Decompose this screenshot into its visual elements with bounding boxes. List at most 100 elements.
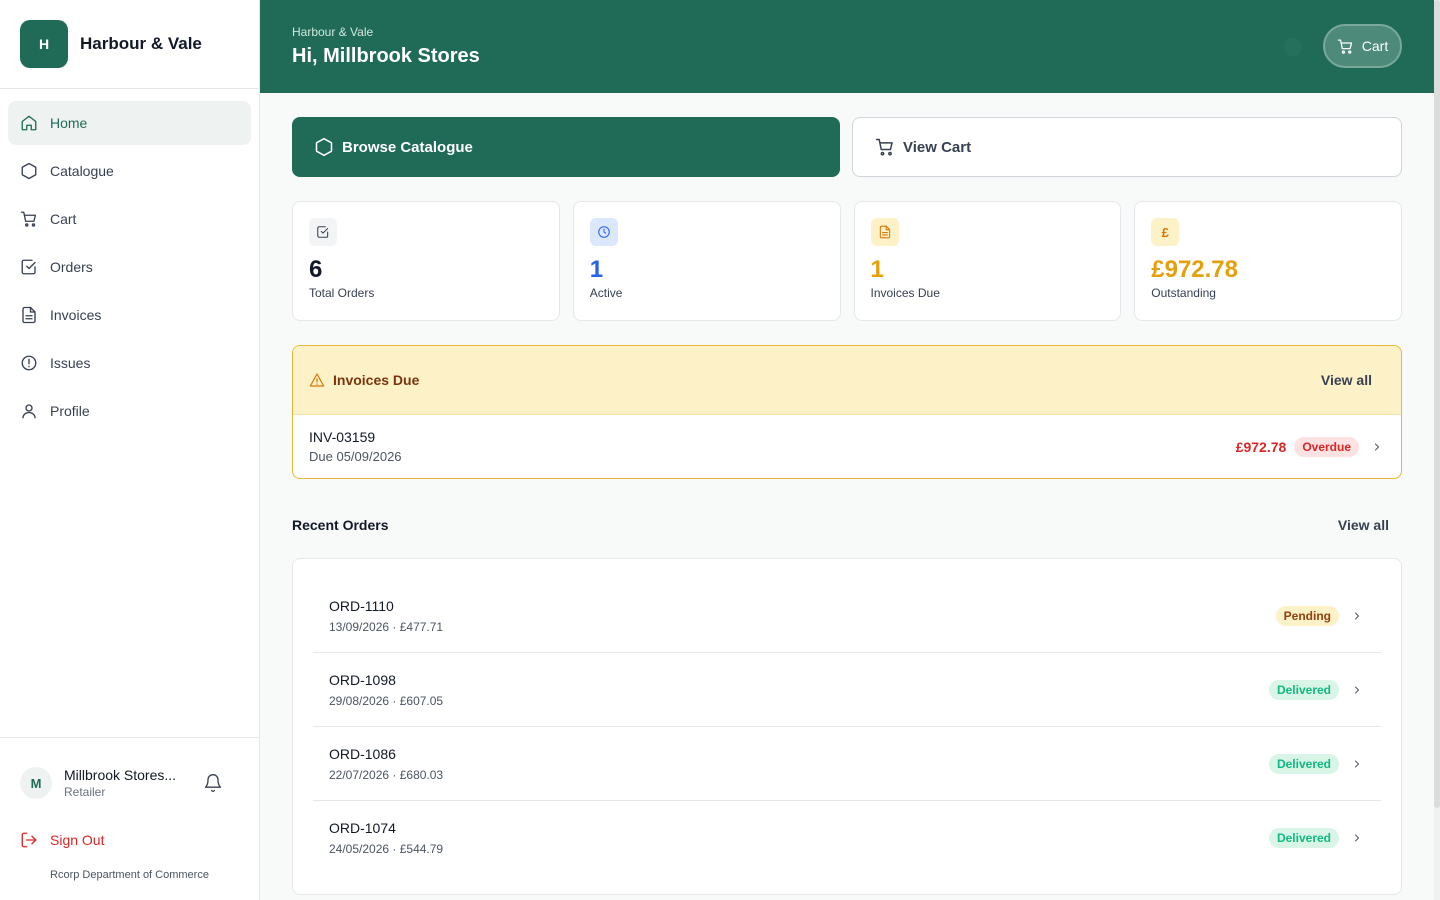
stat-card-total-orders[interactable]: 6 Total Orders [292,201,560,321]
stat-value: 6 [309,256,323,283]
hexagon-icon [20,162,38,180]
invoice-row[interactable]: INV-03159 Due 05/09/2026 £972.78 Overdue [293,415,1401,478]
sign-out-label: Sign Out [50,832,105,848]
warning-icon [309,373,325,387]
home-icon [20,114,38,132]
clock-icon [589,218,618,246]
brand-logo: H [20,20,68,68]
sidebar-item-label: Profile [50,403,90,419]
quick-actions: Browse Catalogue View Cart [292,117,1402,177]
pound-icon: £ [1151,218,1180,246]
sidebar-item-label: Cart [50,211,77,227]
header-indicator [1284,38,1302,56]
cart-icon [1337,38,1352,54]
page-header: Harbour & Vale Hi, Millbrook Stores Cart [260,0,1434,93]
user-role: Retailer [64,785,106,799]
order-status: Delivered [1261,753,1365,774]
sidebar-item-issues[interactable]: Issues [8,341,251,385]
order-row[interactable]: ORD-1098 29/08/2026 · £607.05 Delivered [313,653,1381,727]
main-content: Browse Catalogue View Cart 6 Total Order… [292,117,1402,895]
browse-catalogue-label: Browse Catalogue [342,138,473,156]
sidebar-item-label: Issues [50,355,91,371]
stat-value: 1 [589,256,604,283]
stat-value: £972.78 [1151,256,1239,283]
stat-label: Invoices Due [870,286,940,300]
stat-card-outstanding[interactable]: £ £972.78 Outstanding [1134,201,1402,321]
sidebar-item-cart[interactable]: Cart [8,197,251,241]
order-status: Delivered [1261,679,1365,700]
checkbox-icon [20,258,38,276]
checkbox-icon [309,218,337,246]
footer-note: Rcorp Department of Commerce [50,869,209,881]
sidebar-item-orders[interactable]: Orders [8,245,251,289]
order-meta: 22/07/2026 · £680.03 [329,767,444,782]
invoices-due-header: Invoices Due View all [293,346,1401,415]
order-row[interactable]: ORD-1110 13/09/2026 · £477.71 Pending [313,579,1381,653]
chevron-right-icon [1349,682,1365,698]
cart-icon [20,210,38,228]
sidebar-item-label: Invoices [50,307,102,323]
user-card: M Millbrook Stores... Retailer [20,738,239,828]
cart-label: Cart [1361,38,1389,54]
order-info: ORD-1098 29/08/2026 · £607.05 [329,672,443,708]
sign-out-icon [21,832,37,848]
sidebar-footer: M Millbrook Stores... Retailer Sign Out … [0,737,259,881]
hexagon-icon [315,137,333,157]
order-row[interactable]: ORD-1074 24/05/2026 · £544.79 Delivered [313,801,1381,875]
sidebar-item-home[interactable]: Home [8,101,251,145]
stat-card-invoices-due[interactable]: 1 Invoices Due [853,201,1122,321]
view-cart-label: View Cart [903,138,972,156]
header-cart-button[interactable]: Cart [1323,24,1402,68]
sidebar-item-catalogue[interactable]: Catalogue [8,149,251,193]
brand[interactable]: H Harbour & Vale [0,0,259,89]
chevron-right-icon [1349,756,1365,772]
scrollbar[interactable] [1434,0,1440,900]
view-cart-button[interactable]: View Cart [852,117,1402,177]
alert-circle-icon [20,354,38,372]
sidebar-item-label: Orders [50,259,93,275]
page-title: Hi, Millbrook Stores [292,45,480,67]
document-icon [20,306,38,324]
order-info: ORD-1074 24/05/2026 · £544.79 [329,820,443,856]
sidebar-nav: Home Catalogue Cart Orders Invoices Issu… [0,89,259,449]
recent-orders-title: Recent Orders [292,517,389,533]
order-id: ORD-1074 [329,820,396,836]
scrollbar-thumb[interactable] [1434,0,1440,808]
stat-value: 1 [870,256,884,283]
order-status: Pending [1268,605,1365,626]
order-meta: 13/09/2026 · £477.71 [329,619,444,634]
recent-orders-list: ORD-1110 13/09/2026 · £477.71 Pending OR… [292,558,1402,895]
order-id: ORD-1110 [329,597,394,614]
status-badge: Pending [1275,605,1339,626]
order-id: ORD-1086 [329,745,396,762]
invoice-info: INV-03159 Due 05/09/2026 [309,429,402,464]
avatar[interactable]: M [20,767,52,799]
browse-catalogue-button[interactable]: Browse Catalogue [292,117,840,177]
stats-row: 6 Total Orders 1 Active 1 Invoices Due £… [292,201,1402,321]
cart-icon [875,138,893,156]
orders-view-all-link[interactable]: View all [1338,517,1389,533]
invoices-view-all-link[interactable]: View all [1321,372,1372,388]
order-id: ORD-1098 [329,671,396,688]
status-badge: Delivered [1268,753,1339,774]
stat-label: Active [589,286,623,300]
order-row[interactable]: ORD-1086 22/07/2026 · £680.03 Delivered [313,727,1381,801]
brand-name: Harbour & Vale [80,34,202,53]
chevron-right-icon [1369,439,1385,455]
invoices-due-panel: Invoices Due View all INV-03159 Due 05/0… [292,345,1402,479]
chevron-right-icon [1349,830,1365,846]
status-badge: Delivered [1268,828,1339,848]
sign-out-button[interactable]: Sign Out [20,828,239,852]
invoice-amount: £972.78 [1235,438,1287,455]
order-status: Delivered [1261,828,1365,848]
chevron-right-icon [1349,608,1365,624]
document-icon [870,218,899,246]
sidebar-item-profile[interactable]: Profile [8,389,251,433]
order-meta: 24/05/2026 · £544.79 [329,842,444,856]
sidebar-item-invoices[interactable]: Invoices [8,293,251,337]
order-info: ORD-1086 22/07/2026 · £680.03 [329,746,443,782]
bell-icon[interactable] [201,771,225,795]
user-name: Millbrook Stores... [64,767,177,783]
stat-card-active[interactable]: 1 Active [572,201,841,321]
sidebar: H Harbour & Vale Home Catalogue Cart Ord… [0,0,260,900]
